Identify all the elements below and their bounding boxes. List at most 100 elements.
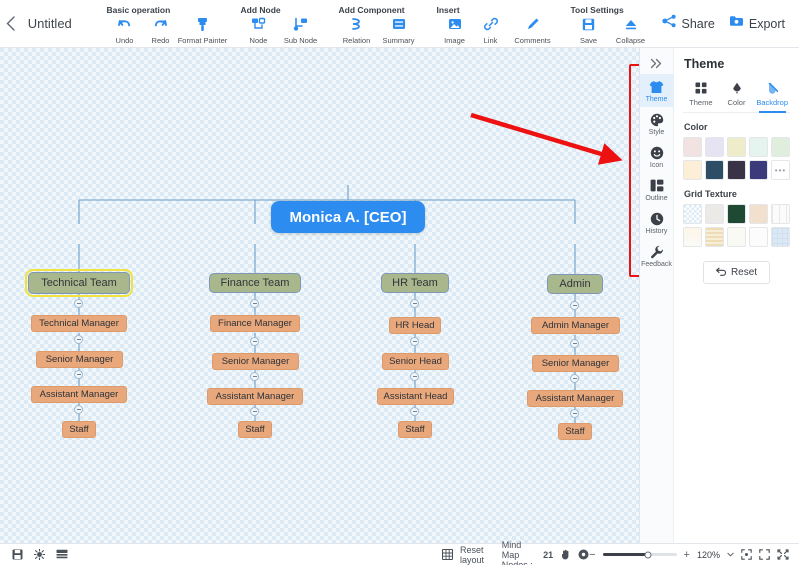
mindmap-node-finance-manager[interactable]: Finance Manager: [210, 315, 300, 332]
collapse-toggle[interactable]: [570, 301, 579, 310]
collapse-toggle[interactable]: [250, 372, 259, 381]
grid-texture-swatch[interactable]: [749, 204, 768, 224]
save-button[interactable]: Save: [571, 16, 607, 48]
color-swatch[interactable]: [683, 137, 702, 157]
export-button[interactable]: Export: [729, 14, 785, 33]
mindmap-team-node-hr[interactable]: HR Team: [381, 273, 449, 293]
grid-layout-icon[interactable]: [442, 549, 453, 560]
rail-item-icon[interactable]: Icon: [640, 140, 674, 173]
document-title[interactable]: Untitled: [28, 16, 100, 31]
color-swatch-more[interactable]: •••: [771, 160, 790, 180]
collapse-toggle[interactable]: [250, 337, 259, 346]
grid-texture-swatch[interactable]: [683, 204, 702, 224]
mindmap-team-node-finance[interactable]: Finance Team: [209, 273, 301, 293]
color-swatch[interactable]: [705, 137, 724, 157]
rail-item-style[interactable]: Style: [640, 107, 674, 140]
zoom-slider[interactable]: [602, 551, 677, 558]
mindmap-node-hr-senior-head[interactable]: Senior Head: [382, 353, 449, 370]
collapse-toggle[interactable]: [250, 407, 259, 416]
mindmap-node-admin-assistant-manager[interactable]: Assistant Manager: [527, 390, 623, 407]
back-button[interactable]: [0, 0, 22, 48]
collapse-toggle[interactable]: [74, 370, 83, 379]
zoom-slider-knob[interactable]: [644, 551, 652, 558]
mindmap-node-finance-senior-manager[interactable]: Senior Manager: [212, 353, 299, 370]
expand-icon[interactable]: [759, 549, 770, 560]
collapse-toggle[interactable]: [570, 374, 579, 383]
mindmap-root-node[interactable]: Monica A. [CEO]: [271, 201, 425, 233]
mindmap-team-node-technical[interactable]: Technical Team: [25, 269, 133, 297]
tab-backdrop[interactable]: Backdrop: [754, 79, 790, 113]
mindmap-node-technical-assistant-manager[interactable]: Assistant Manager: [31, 386, 127, 403]
color-swatch[interactable]: [705, 160, 724, 180]
grid-texture-swatch[interactable]: [727, 204, 746, 224]
mindmap-node-technical-manager[interactable]: Technical Manager: [31, 315, 127, 332]
rail-item-outline[interactable]: Outline: [640, 173, 674, 206]
mindmap-node-hr-staff[interactable]: Staff: [398, 421, 432, 438]
grid-texture-swatch[interactable]: [727, 227, 746, 247]
grid-texture-swatch[interactable]: [705, 227, 724, 247]
grid-texture-swatch[interactable]: [771, 227, 790, 247]
color-swatch[interactable]: [749, 137, 768, 157]
comments-button[interactable]: Comments: [509, 16, 557, 48]
mindmap-node-admin-manager[interactable]: Admin Manager: [531, 317, 620, 334]
grid-texture-swatch[interactable]: [705, 204, 724, 224]
mindmap-node-finance-staff[interactable]: Staff: [238, 421, 272, 438]
mindmap-node-finance-assistant-manager[interactable]: Assistant Manager: [207, 388, 303, 405]
collapse-toggle[interactable]: [74, 299, 83, 308]
collapse-toggle[interactable]: [410, 372, 419, 381]
grid-texture-swatch[interactable]: [683, 227, 702, 247]
hand-tool-icon[interactable]: [560, 549, 571, 560]
tab-theme[interactable]: Theme: [683, 79, 719, 112]
collapse-button[interactable]: Collapse: [607, 16, 655, 48]
summary-button[interactable]: Summary: [375, 16, 423, 48]
collapse-toggle[interactable]: [74, 405, 83, 414]
reset-layout-label[interactable]: Reset layout: [460, 545, 484, 565]
zoom-out-button[interactable]: −: [589, 549, 595, 561]
collapse-toggle[interactable]: [410, 407, 419, 416]
insert-link-button[interactable]: Link: [473, 16, 509, 48]
color-swatch[interactable]: [749, 160, 768, 180]
focus-icon[interactable]: [34, 549, 45, 560]
color-swatch[interactable]: [683, 160, 702, 180]
rail-item-feedback[interactable]: Feedback: [640, 239, 674, 272]
grid-texture-swatch[interactable]: [749, 227, 768, 247]
tab-color[interactable]: Color: [719, 79, 755, 112]
color-swatch[interactable]: [727, 160, 746, 180]
color-swatch[interactable]: [727, 137, 746, 157]
chevron-down-icon[interactable]: [727, 552, 734, 557]
grid-texture-swatch[interactable]: [771, 204, 790, 224]
relation-button[interactable]: Relation: [339, 16, 375, 48]
mindmap-node-admin-senior-manager[interactable]: Senior Manager: [532, 355, 619, 372]
collapse-toggle[interactable]: [570, 409, 579, 418]
collapse-toggle[interactable]: [250, 299, 259, 308]
collapse-toggle[interactable]: [410, 299, 419, 308]
panel-collapse-button[interactable]: [643, 54, 669, 72]
insert-image-button[interactable]: Image: [437, 16, 473, 48]
layers-icon[interactable]: [56, 549, 68, 560]
target-icon[interactable]: [578, 549, 589, 560]
collapse-toggle[interactable]: [74, 335, 83, 344]
fullscreen-icon[interactable]: [777, 549, 789, 560]
mindmap-node-admin-staff[interactable]: Staff: [558, 423, 592, 440]
fit-screen-icon[interactable]: [741, 549, 752, 560]
collapse-toggle[interactable]: [570, 339, 579, 348]
redo-button[interactable]: Redo: [143, 16, 179, 48]
reset-button[interactable]: Reset: [702, 261, 771, 284]
color-swatch[interactable]: [771, 137, 790, 157]
mindmap-node-hr-assistant-head[interactable]: Assistant Head: [377, 388, 454, 405]
zoom-in-button[interactable]: +: [684, 549, 690, 561]
share-button[interactable]: Share: [661, 14, 715, 33]
mindmap-container: Monica A. [CEO] Technical Team Technical…: [0, 48, 640, 543]
collapse-toggle[interactable]: [410, 337, 419, 346]
rail-item-theme[interactable]: Theme: [639, 74, 674, 107]
mindmap-node-technical-senior-manager[interactable]: Senior Manager: [36, 351, 123, 368]
rail-item-history[interactable]: History: [640, 206, 674, 239]
mindmap-node-hr-head[interactable]: HR Head: [389, 317, 441, 334]
mindmap-team-node-admin[interactable]: Admin: [547, 274, 603, 294]
format-painter-button[interactable]: Format Painter: [178, 16, 227, 48]
save-status-icon[interactable]: [12, 549, 23, 560]
add-node-button[interactable]: Node: [241, 16, 277, 48]
add-sub-node-button[interactable]: Sub Node: [277, 16, 325, 48]
mindmap-node-technical-staff[interactable]: Staff: [62, 421, 96, 438]
undo-button[interactable]: Undo: [107, 16, 143, 48]
